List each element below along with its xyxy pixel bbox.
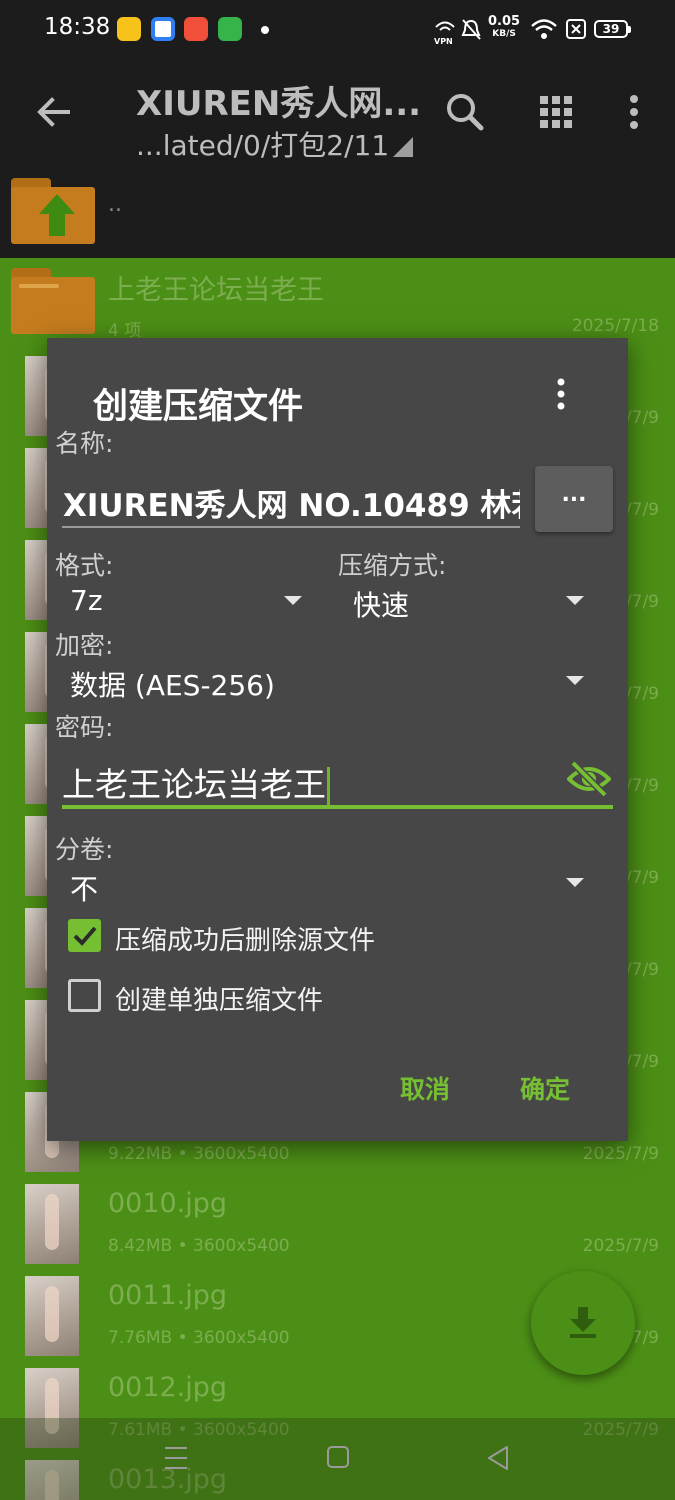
- folder-up-icon: [11, 178, 95, 244]
- item-name: 上老王论坛当老王: [108, 275, 324, 306]
- method-label: 压缩方式:: [338, 551, 447, 580]
- folder-icon: [11, 268, 95, 334]
- vpn-icon: VPN: [434, 18, 456, 46]
- separate-archives-label[interactable]: 创建单独压缩文件: [115, 980, 323, 1017]
- download-icon: [570, 1307, 596, 1338]
- split-select[interactable]: 不: [70, 868, 98, 908]
- encryption-dropdown-icon[interactable]: [566, 676, 584, 685]
- delete-source-label[interactable]: 压缩成功后删除源文件: [115, 920, 375, 957]
- app-notification-icon: [184, 17, 208, 41]
- extract-fab-button[interactable]: [531, 1271, 635, 1375]
- archive-name-input[interactable]: XIUREN秀人网 NO.10489 林若人: [62, 480, 520, 528]
- app-notification-icon: [117, 17, 141, 41]
- format-dropdown-icon[interactable]: [284, 596, 302, 605]
- parent-directory-label: ..: [108, 192, 122, 217]
- menu-nav-icon[interactable]: [163, 1444, 189, 1476]
- encryption-label: 加密:: [55, 631, 114, 660]
- app-notification-icon: [151, 17, 175, 41]
- cancel-button[interactable]: 取消: [400, 1070, 450, 1106]
- network-speed: 0.05 KB/S: [488, 14, 521, 39]
- sim-icon: [566, 19, 586, 42]
- home-nav-icon[interactable]: [325, 1444, 351, 1476]
- item-name: 0010.jpg: [108, 1188, 228, 1219]
- more-vert-icon[interactable]: [612, 90, 656, 134]
- password-input-underline: [62, 805, 613, 809]
- path-dropdown[interactable]: ...lated/0/打包2/11: [136, 124, 389, 164]
- list-item[interactable]: 0010.jpg 8.42MB • 3600x5400 2025/7/9: [0, 1178, 675, 1270]
- encryption-select[interactable]: 数据 (AES-256): [70, 664, 275, 704]
- grid-view-icon[interactable]: [534, 90, 578, 134]
- path-dropdown-icon[interactable]: [393, 137, 413, 157]
- more-notifications-icon: [261, 26, 269, 34]
- text-cursor: [327, 766, 330, 807]
- clock: 18:38: [44, 14, 111, 40]
- name-label: 名称:: [55, 429, 114, 458]
- password-label: 密码:: [55, 713, 114, 742]
- item-meta: 7.76MB • 3600x5400: [108, 1328, 290, 1348]
- check-icon: [73, 926, 97, 946]
- mute-bell-icon: [460, 18, 482, 45]
- dialog-title: 创建压缩文件: [93, 387, 304, 427]
- method-select[interactable]: 快速: [353, 584, 409, 624]
- back-arrow-icon[interactable]: [32, 90, 76, 134]
- parent-directory-row[interactable]: ..: [0, 170, 675, 258]
- search-icon[interactable]: [443, 90, 487, 134]
- list-item[interactable]: 上老王论坛当老王 4 项 2025/7/18: [0, 258, 675, 350]
- password-input[interactable]: 上老王论坛当老王: [62, 758, 562, 808]
- browse-button[interactable]: ...: [535, 466, 613, 532]
- item-name: 0012.jpg: [108, 1372, 228, 1403]
- dialog-more-vert-icon[interactable]: [553, 378, 569, 412]
- image-thumbnail: [25, 1276, 79, 1356]
- method-dropdown-icon[interactable]: [566, 596, 584, 605]
- toolbar-title: XIUREN秀人网...: [136, 84, 422, 124]
- item-name: 0011.jpg: [108, 1280, 228, 1311]
- app-toolbar: XIUREN秀人网... ...lated/0/打包2/11: [0, 60, 675, 170]
- item-date: 2025/7/9: [582, 1144, 659, 1164]
- separate-archives-checkbox[interactable]: [68, 979, 101, 1012]
- split-dropdown-icon[interactable]: [566, 878, 584, 887]
- format-select[interactable]: 7z: [70, 584, 103, 617]
- create-archive-dialog: 创建压缩文件 名称: XIUREN秀人网 NO.10489 林若人 ... 格式…: [47, 338, 628, 1141]
- system-nav-bar: [0, 1418, 675, 1500]
- ok-button[interactable]: 确定: [520, 1070, 570, 1106]
- format-label: 格式:: [55, 551, 114, 580]
- delete-source-checkbox[interactable]: [68, 919, 101, 952]
- status-bar: 18:38 VPN 0.05 KB/S 39: [0, 0, 675, 60]
- item-date: 2025/7/18: [571, 316, 659, 336]
- name-input-underline: [62, 526, 520, 528]
- image-thumbnail: [25, 1184, 79, 1264]
- wifi-icon: [530, 17, 558, 44]
- back-nav-icon[interactable]: [485, 1444, 511, 1476]
- item-date: 2025/7/9: [582, 1236, 659, 1256]
- item-meta: 9.22MB • 3600x5400: [108, 1144, 290, 1164]
- split-label: 分卷:: [55, 835, 114, 864]
- app-notification-icon: [218, 17, 242, 41]
- item-meta: 8.42MB • 3600x5400: [108, 1236, 290, 1256]
- battery-icon: 39: [594, 20, 631, 38]
- visibility-off-icon[interactable]: [566, 759, 612, 799]
